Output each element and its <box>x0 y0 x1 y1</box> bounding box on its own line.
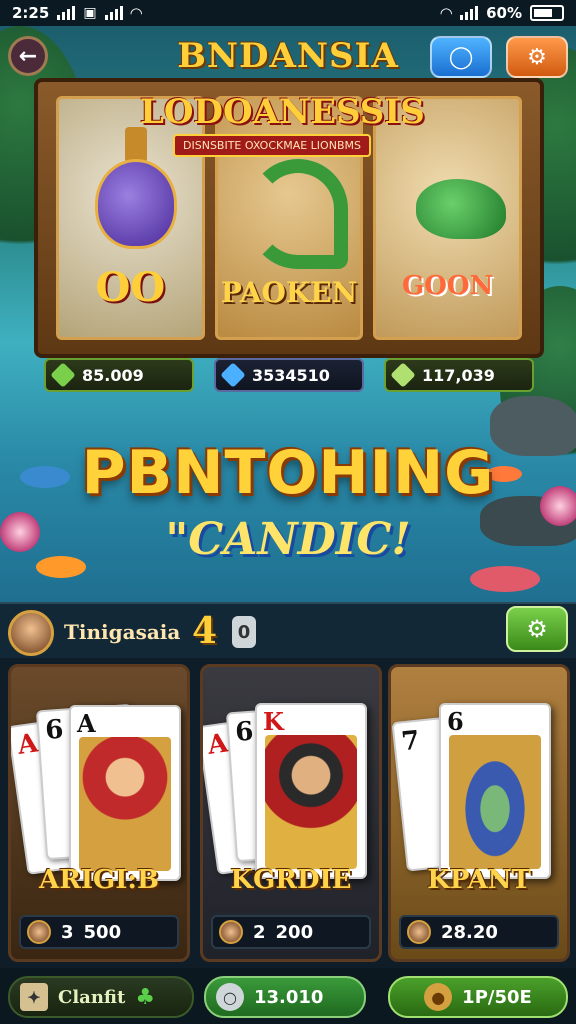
fish-icon <box>416 179 507 239</box>
chat-bubble-icon: ◯ <box>448 44 474 70</box>
player-level: 4 <box>192 610 218 652</box>
face-card: A <box>69 705 181 881</box>
signal-icon-right <box>460 6 479 20</box>
slot-reel-label: PAOKEN <box>220 276 358 309</box>
gear-icon: ⚙ <box>526 615 548 643</box>
slot-banner: LODOANESSIS DISNSBITE OXOCKMAE LIONBMS <box>140 92 425 192</box>
chat-button[interactable]: ◯ <box>430 36 492 78</box>
card-panel-2[interactable]: A 6 K KGRDIE 2 200 <box>200 664 382 962</box>
character-art <box>265 735 357 869</box>
banner-subtitle: DISNSBITE OXOCKMAE LIONBMS <box>173 134 371 157</box>
card-value: 28.20 <box>441 921 498 943</box>
card-rank: 7 <box>400 725 422 758</box>
counter-value: 85.009 <box>82 365 144 385</box>
counter-row: 85.009 3534510 117,039 <box>44 358 534 392</box>
card-count: 3 <box>61 921 74 943</box>
counter-value: 3534510 <box>252 365 330 385</box>
gem-icon <box>50 362 76 388</box>
face-card: 6 <box>439 703 551 879</box>
coin-icon: ● <box>424 983 453 1011</box>
player-bar: Tinigasaia 4 0 ⚙ <box>0 602 576 658</box>
headline-sub: "CANDIC! <box>165 514 411 565</box>
headline-main: PBNTOHING <box>81 438 495 508</box>
status-time: 2:25 <box>12 4 50 22</box>
search-button[interactable]: ○ 13.010 <box>204 976 366 1018</box>
clover-icon: ♣ <box>135 984 156 1010</box>
wifi-icon: ◠ <box>130 4 143 22</box>
wifi-icon-right: ◠ <box>440 4 453 22</box>
bottom-bar: ✦ Clanfit ♣ ○ 13.010 ● 1P/50E <box>0 968 576 1024</box>
player-settings-button[interactable]: ⚙ <box>506 606 568 652</box>
player-badge: 0 <box>232 616 256 648</box>
counter-diamonds: 3534510 <box>214 358 364 392</box>
counter-coins: 85.009 <box>44 358 194 392</box>
card-panel-3[interactable]: 7 6 KPANT 28.20 <box>388 664 570 962</box>
card-panel-1[interactable]: A 6 A ARIGI:B 3 500 <box>8 664 190 962</box>
game-scene: ← BNDANSIA ◯ ⚙ OO PAOKEN GOON LODOANESSI… <box>0 26 576 602</box>
banner-title: LODOANESSIS <box>140 92 425 132</box>
card-name: KPANT <box>427 865 531 895</box>
gear-icon: ⚙ <box>527 44 547 70</box>
counter-value: 117,039 <box>422 365 495 385</box>
card-value: 500 <box>83 921 122 943</box>
clan-label: Clanfit <box>58 986 126 1008</box>
avatar <box>27 920 51 944</box>
card-selection-area: A 6 A ARIGI:B 3 500 A 6 K KGRDIE 2 200 7 <box>0 658 576 968</box>
card-footer: 28.20 <box>399 915 559 949</box>
card-footer: 2 200 <box>211 915 371 949</box>
card-rank: A <box>205 728 230 761</box>
top-bar: ← BNDANSIA ◯ ⚙ <box>0 32 576 78</box>
card-count: 2 <box>253 921 266 943</box>
card-rank: 6 <box>234 716 255 748</box>
player-name: Tinigasaia <box>64 620 181 644</box>
card-rank: 6 <box>447 707 464 736</box>
card-name: KGRDIE <box>230 865 352 895</box>
search-value: 13.010 <box>254 986 324 1008</box>
headline: PBNTOHING "CANDIC! <box>0 438 576 565</box>
card-rank: K <box>263 707 284 736</box>
coins-button[interactable]: ● 1P/50E <box>388 976 568 1018</box>
card-rank: A <box>15 728 40 761</box>
card-name: ARIGI:B <box>39 865 159 895</box>
card-footer: 3 500 <box>19 915 179 949</box>
card-rank: 6 <box>44 714 65 746</box>
status-bar: 2:25 ▣ ◠ ◠ 60% <box>0 0 576 26</box>
signal-icon-2 <box>104 6 123 20</box>
leaf-icon <box>390 362 416 388</box>
battery-icon <box>530 5 564 21</box>
diamond-icon <box>220 362 246 388</box>
clan-button[interactable]: ✦ Clanfit ♣ <box>8 976 194 1018</box>
photo-icon: ▣ <box>83 5 97 21</box>
fish-art <box>449 735 541 869</box>
face-card: K <box>255 703 367 879</box>
guild-icon: ✦ <box>20 983 48 1011</box>
counter-points: 117,039 <box>384 358 534 392</box>
card-rank: A <box>77 709 96 738</box>
avatar <box>219 920 243 944</box>
signal-icon <box>57 6 76 20</box>
search-icon: ○ <box>216 983 244 1011</box>
coins-value: 1P/50E <box>462 986 532 1008</box>
avatar <box>407 920 431 944</box>
slot-reel-label: OO <box>95 264 166 311</box>
character-art <box>79 737 171 871</box>
settings-button[interactable]: ⚙ <box>506 36 568 78</box>
card-value: 200 <box>275 921 314 943</box>
battery-percent: 60% <box>486 4 522 22</box>
slot-reel-label: GOON <box>402 271 494 301</box>
avatar[interactable] <box>8 610 54 656</box>
fish-decoration <box>470 566 540 592</box>
